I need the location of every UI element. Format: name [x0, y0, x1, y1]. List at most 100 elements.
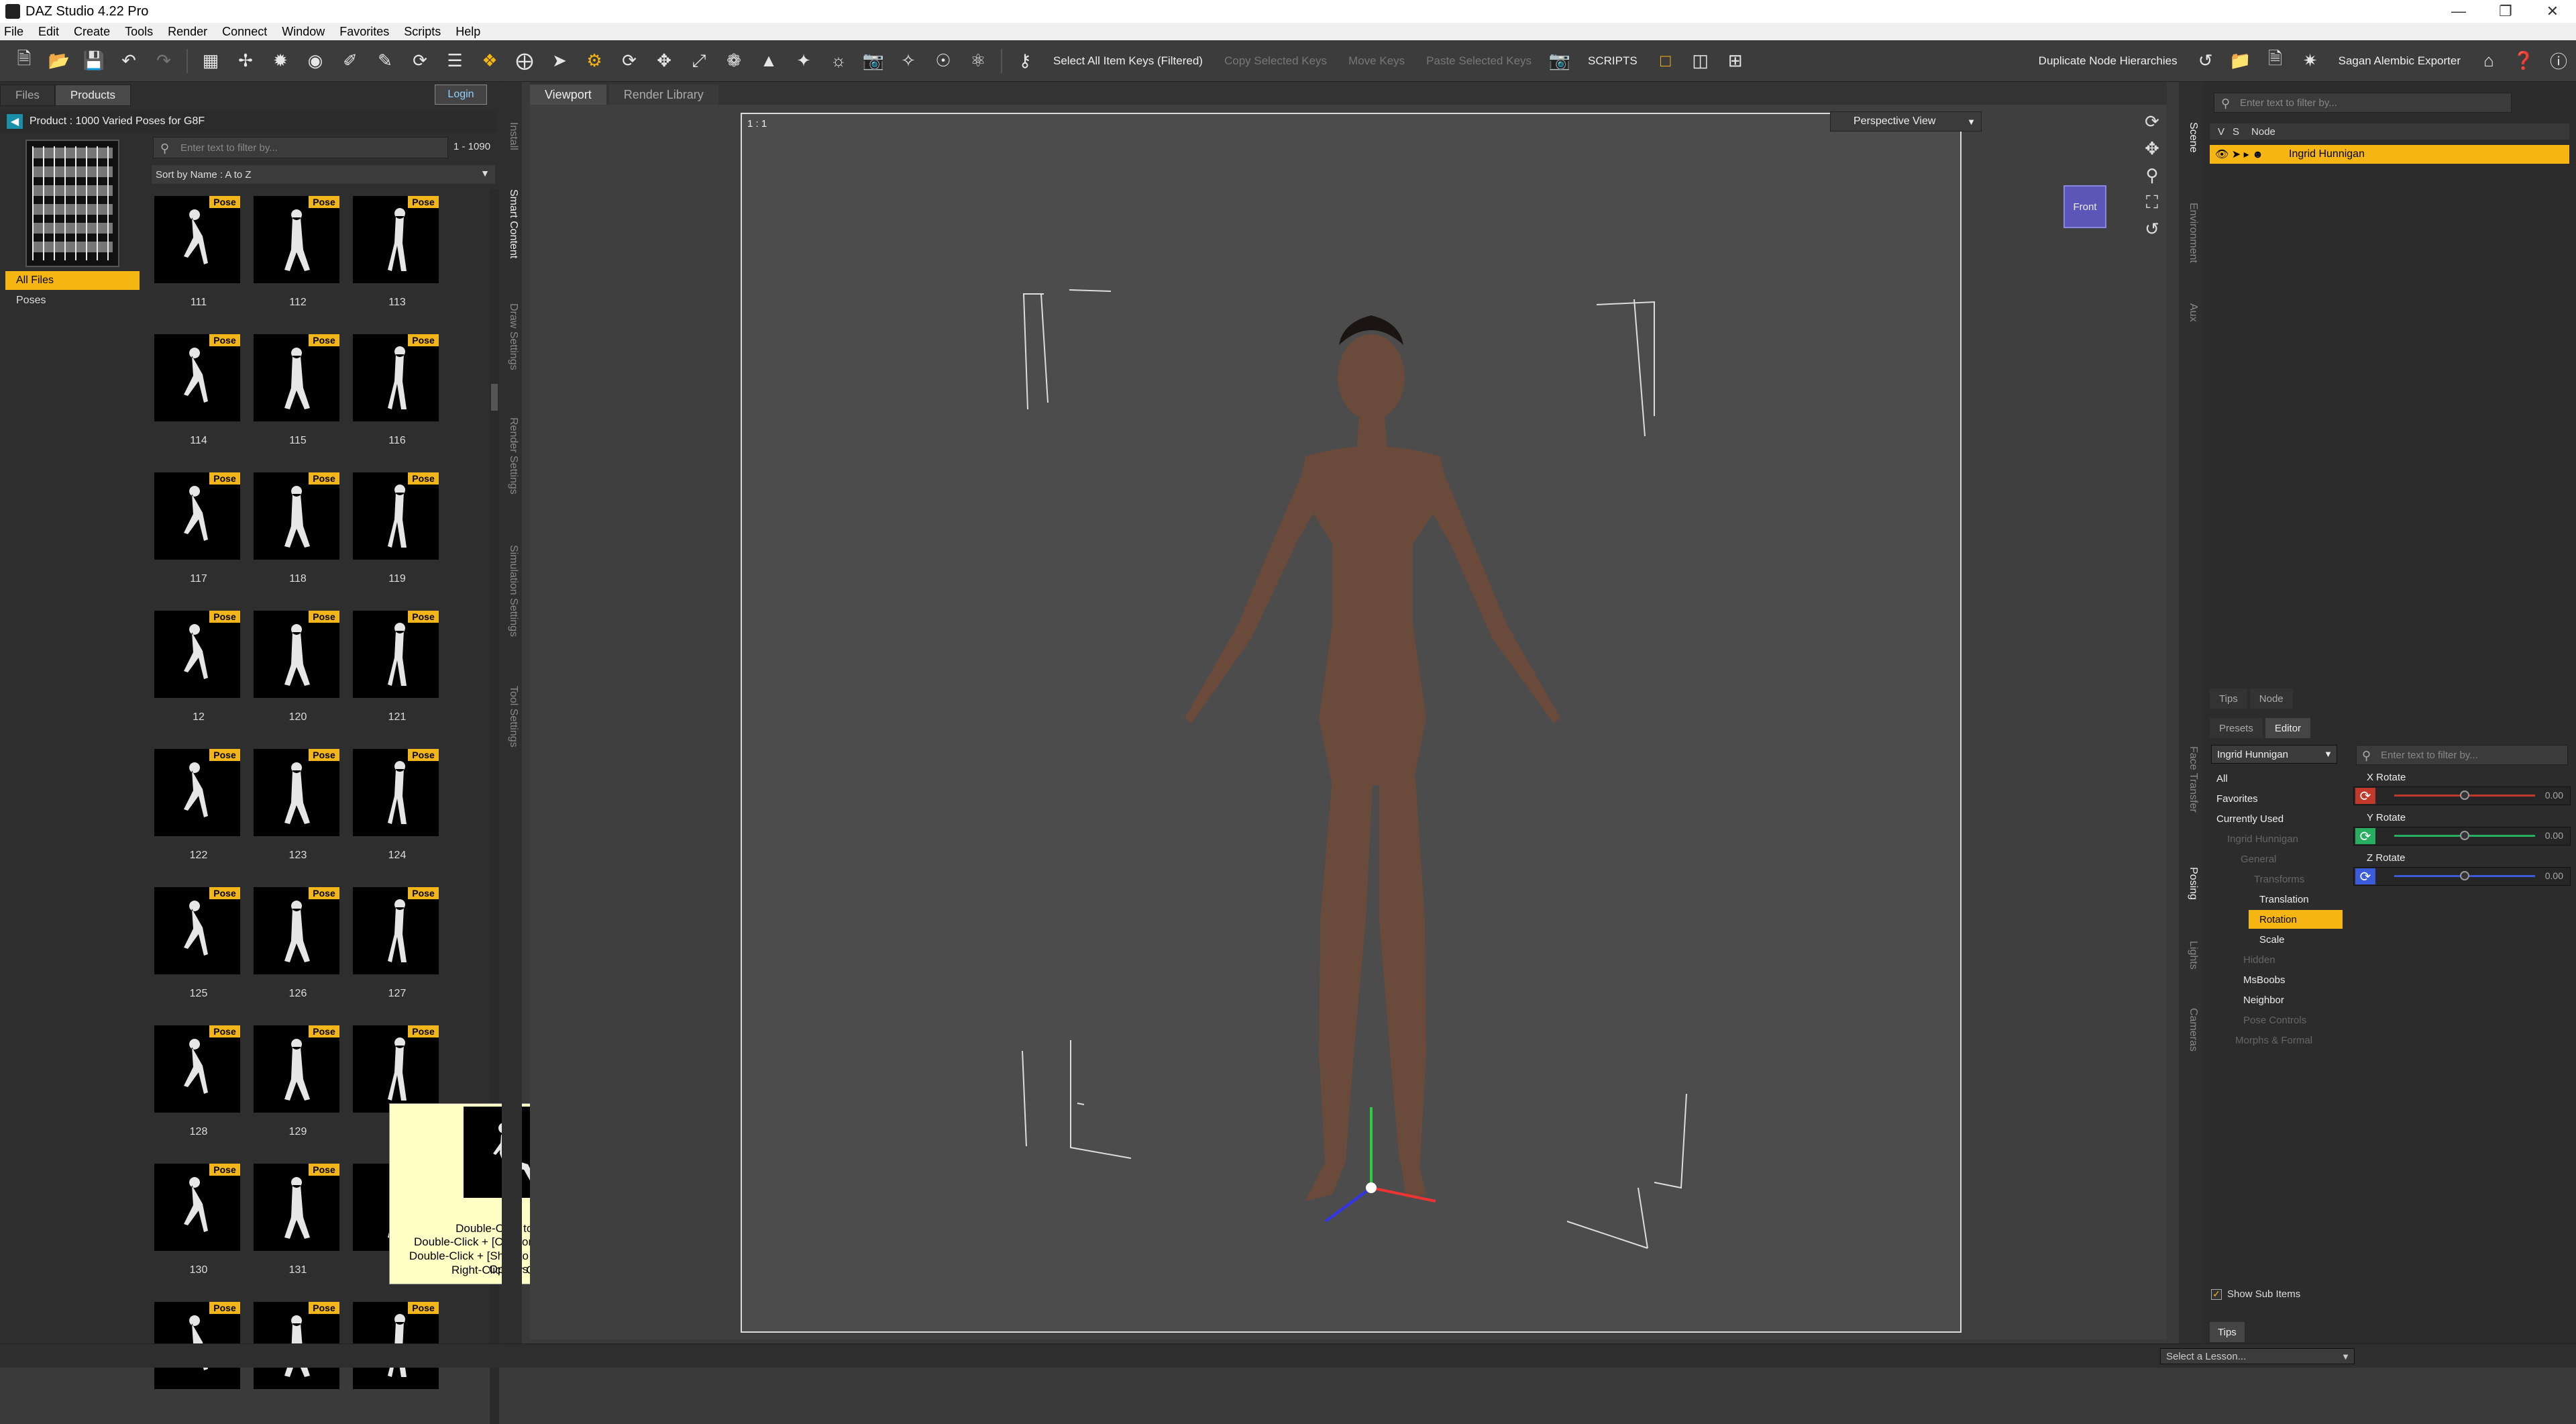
help-icon[interactable]: ⓘ [2547, 50, 2570, 72]
tree-item[interactable]: Transforms [2254, 870, 2304, 888]
tree-item[interactable]: Favorites [2216, 789, 2258, 808]
pose-thumbnail[interactable]: Pose [353, 887, 439, 974]
tab-tips[interactable]: Tips [2210, 689, 2247, 709]
pose-tile[interactable]: Pose 12 [152, 605, 246, 740]
close-icon[interactable]: ✕ [2522, 0, 2576, 23]
pose-thumbnail[interactable]: Pose [254, 749, 339, 836]
tab-presets[interactable]: Presets [2210, 718, 2263, 738]
undo-icon[interactable]: ↶ [117, 50, 140, 72]
visibility-icon[interactable]: 👁 ➤ ▸ ☻ [2215, 148, 2263, 161]
geometry-editor-icon[interactable]: ✎ [374, 50, 396, 72]
menu-edit[interactable]: Edit [38, 25, 59, 39]
pose-tile[interactable]: Pose 131 [251, 1158, 345, 1292]
menu-create[interactable]: Create [74, 25, 110, 39]
tab-tool-settings[interactable]: Tool Settings [504, 686, 519, 748]
pose-tile[interactable]: Pose 115 [251, 329, 345, 463]
node-selection-icon[interactable]: ➤ [548, 50, 571, 72]
tab-viewport[interactable]: Viewport [530, 85, 606, 105]
tree-item[interactable]: Morphs & Formal [2235, 1031, 2312, 1050]
scale-icon[interactable]: ⤢ [688, 50, 710, 72]
pose-tile[interactable]: Pose 122 [152, 744, 246, 878]
zoom-icon[interactable]: ⚲ [2140, 165, 2164, 192]
back-arrow-icon[interactable]: ◀ [7, 114, 23, 129]
viewport[interactable]: 1 : 1 Perspective View ▼ Front ⟳ ✥ ⚲ ⛶ ↺ [530, 105, 2167, 1339]
pose-thumbnail[interactable]: Pose [254, 887, 339, 974]
tree-item[interactable]: Currently Used [2216, 809, 2284, 828]
home-icon[interactable]: ⌂ [2477, 50, 2500, 72]
surface-tool-icon[interactable]: ❁ [722, 50, 745, 72]
pose-thumbnail[interactable]: Pose [254, 196, 339, 283]
pose-tile[interactable]: Pose 118 [251, 467, 345, 601]
scene-node-row[interactable]: 👁 ➤ ▸ ☻ Ingrid Hunnigan [2210, 145, 2569, 164]
file-export-icon[interactable]: 🗎 [2264, 48, 2287, 72]
tab-lights[interactable]: Lights [2184, 941, 2199, 970]
sagan-exporter-button[interactable]: Sagan Alembic Exporter [2339, 54, 2461, 68]
tab-scene[interactable]: Scene [2184, 122, 2199, 152]
slider-knob[interactable] [2460, 871, 2469, 880]
geometry-tool-icon[interactable]: ◉ [304, 50, 327, 72]
pose-thumbnail[interactable]: Pose [254, 611, 339, 698]
pose-thumbnail[interactable]: Pose [254, 334, 339, 421]
keyframe-icon[interactable]: ⚛ [967, 50, 989, 72]
select-all-keys-button[interactable]: Select All Item Keys (Filtered) [1053, 54, 1203, 68]
menu-favorites[interactable]: Favorites [339, 25, 389, 39]
category-poses[interactable]: Poses [5, 291, 140, 310]
tab-node[interactable]: Node [2249, 689, 2293, 709]
sort-dropdown[interactable]: Sort by Name : A to Z ▼ [152, 165, 495, 184]
tab-tips-bottom[interactable]: Tips [2210, 1322, 2245, 1342]
pose-tile[interactable]: Pose 112 [251, 191, 345, 325]
orbit-icon[interactable]: ⟳ [2140, 111, 2164, 138]
active-pose-icon[interactable]: ⚙ [583, 50, 606, 72]
rotate-slider[interactable]: Y Rotate ⟳ 0.00 [2353, 811, 2571, 848]
menu-scripts[interactable]: Scripts [404, 25, 441, 39]
menu-file[interactable]: File [4, 25, 23, 39]
tab-smart-content[interactable]: Smart Content [504, 189, 519, 258]
copy-keys-button[interactable]: Copy Selected Keys [1224, 54, 1327, 68]
lesson-dropdown[interactable]: Select a Lesson... ▼ [2160, 1348, 2355, 1364]
align-tool-icon[interactable]: ☰ [443, 50, 466, 72]
pose-tile[interactable]: Pose 128 [152, 1020, 246, 1154]
tree-item[interactable]: Scale [2259, 930, 2285, 949]
pose-tile[interactable]: Pose 113 [350, 191, 444, 325]
pose-thumbnail[interactable]: Pose [353, 1025, 439, 1113]
bone-tool-icon[interactable]: ✢ [234, 50, 257, 72]
scene-filter-input[interactable]: ⚲ Enter text to filter by... [2214, 93, 2512, 113]
menu-tools[interactable]: Tools [125, 25, 153, 39]
pose-tile[interactable]: Pose 125 [152, 882, 246, 1016]
slider-knob[interactable] [2460, 791, 2469, 800]
product-thumbnail[interactable] [25, 140, 119, 267]
login-button[interactable]: Login [435, 85, 487, 105]
pose-thumbnail[interactable]: Pose [154, 334, 240, 421]
pose-thumbnail[interactable]: Pose [353, 749, 439, 836]
figure-dropdown[interactable]: Ingrid Hunnigan ▼ [2211, 745, 2337, 764]
rotate-slider[interactable]: X Rotate ⟳ 0.00 [2353, 770, 2571, 808]
tab-install[interactable]: Install [504, 122, 519, 150]
pose-tile[interactable]: Pose 116 [350, 329, 444, 463]
view-dropdown[interactable]: Perspective View ▼ [1830, 111, 1982, 132]
export-icon[interactable]: ↺ [2194, 50, 2217, 72]
property-filter-input[interactable]: ⚲ Enter text to filter by... [2356, 745, 2568, 765]
frame-icon[interactable]: ⛶ [2140, 192, 2164, 219]
paste-keys-button[interactable]: Paste Selected Keys [1426, 54, 1532, 68]
scripts-button[interactable]: SCRIPTS [1588, 54, 1638, 68]
category-all-files[interactable]: All Files [5, 271, 140, 290]
tab-files[interactable]: Files [0, 85, 55, 106]
rotate-icon[interactable]: ⟳ [618, 50, 641, 72]
create-icon[interactable]: ▦ [199, 50, 222, 72]
translate-icon[interactable]: ✥ [653, 50, 676, 72]
tab-posing[interactable]: Posing [2184, 867, 2199, 900]
layout-single-icon[interactable]: □ [1654, 50, 1677, 72]
pose-thumbnail[interactable]: Pose [154, 1164, 240, 1251]
pose-thumbnail[interactable]: Pose [154, 472, 240, 560]
view-cube[interactable]: Front [2050, 172, 2124, 246]
show-sub-items[interactable]: ✓ Show Sub Items [2211, 1288, 2300, 1300]
redo-icon[interactable]: ↷ [152, 50, 175, 72]
save-icon[interactable]: 💾 [83, 50, 105, 72]
new-file-icon[interactable]: 🗎 [13, 48, 36, 72]
pose-thumbnail[interactable]: Pose [353, 196, 439, 283]
tab-draw-settings[interactable]: Draw Settings [504, 303, 519, 370]
pose-thumbnail[interactable]: Pose [353, 334, 439, 421]
duplicate-node-hierarchies-button[interactable]: Duplicate Node Hierarchies [2039, 54, 2178, 68]
tab-cameras[interactable]: Cameras [2184, 1008, 2199, 1052]
pose-tile[interactable]: Pose 111 [152, 191, 246, 325]
